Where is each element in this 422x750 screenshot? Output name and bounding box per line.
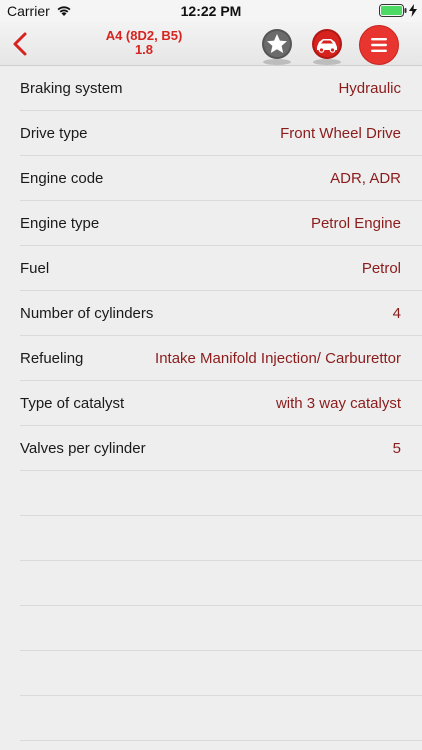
status-bar: Carrier 12:22 PM [0,0,422,22]
nav-title-model: A4 (8D2, B5) [105,28,183,43]
navigation-bar: A4 (8D2, B5) 1.8 [0,22,422,66]
spec-value: Petrol Engine [310,215,401,232]
empty-list-row [20,696,422,741]
spec-label: Braking system [20,80,123,97]
empty-list-row [20,651,422,696]
spec-row-engine-code: Engine code ADR, ADR [20,156,422,201]
spec-label: Refueling [20,350,84,367]
spec-label: Fuel [20,260,50,277]
nav-title-engine: 1.8 [134,42,154,57]
spec-row-drive-type: Drive type Front Wheel Drive [20,111,422,156]
favorite-button[interactable] [258,26,296,66]
empty-list-row [20,561,422,606]
car-icon [312,29,342,65]
spec-label: Engine type [20,215,100,232]
spec-value: 5 [392,440,401,457]
back-button[interactable] [8,30,34,58]
spec-value: 4 [392,305,401,322]
spec-value: Front Wheel Drive [280,125,401,142]
empty-list-row [20,471,422,516]
empty-list-row [20,516,422,561]
spec-label: Engine code [20,170,104,187]
hamburger-menu-icon [359,25,399,65]
spec-row-fuel: Fuel Petrol [20,246,422,291]
battery-icon [379,4,407,17]
status-right [379,4,417,17]
spec-row-refueling: Refueling Intake Manifold Injection/ Car… [20,336,422,381]
spec-value: Hydraulic [338,80,401,97]
spec-label: Number of cylinders [20,305,154,322]
nav-title: A4 (8D2, B5) 1.8 [90,29,198,57]
spec-label: Valves per cylinder [20,440,146,457]
chevron-left-icon [13,32,27,56]
spec-row-braking-system: Braking system Hydraulic [20,66,422,111]
empty-list-row [20,606,422,651]
spec-label: Drive type [20,125,88,142]
spec-list: Braking system Hydraulic Drive type Fron… [0,66,422,741]
spec-label: Type of catalyst [20,395,125,412]
car-button[interactable] [308,26,346,66]
spec-row-type-of-catalyst: Type of catalyst with 3 way catalyst [20,381,422,426]
spec-value: Petrol [361,260,401,277]
spec-row-valves-per-cylinder: Valves per cylinder 5 [20,426,422,471]
spec-value: with 3 way catalyst [275,395,401,412]
spec-value: Intake Manifold Injection/ Carburettor [155,350,401,367]
spec-row-engine-type: Engine type Petrol Engine [20,201,422,246]
star-icon [262,29,292,65]
status-time: 12:22 PM [180,3,242,19]
spec-row-number-of-cylinders: Number of cylinders 4 [20,291,422,336]
menu-button[interactable] [358,24,400,66]
spec-value: ADR, ADR [330,170,401,187]
charging-bolt-icon [409,4,417,17]
